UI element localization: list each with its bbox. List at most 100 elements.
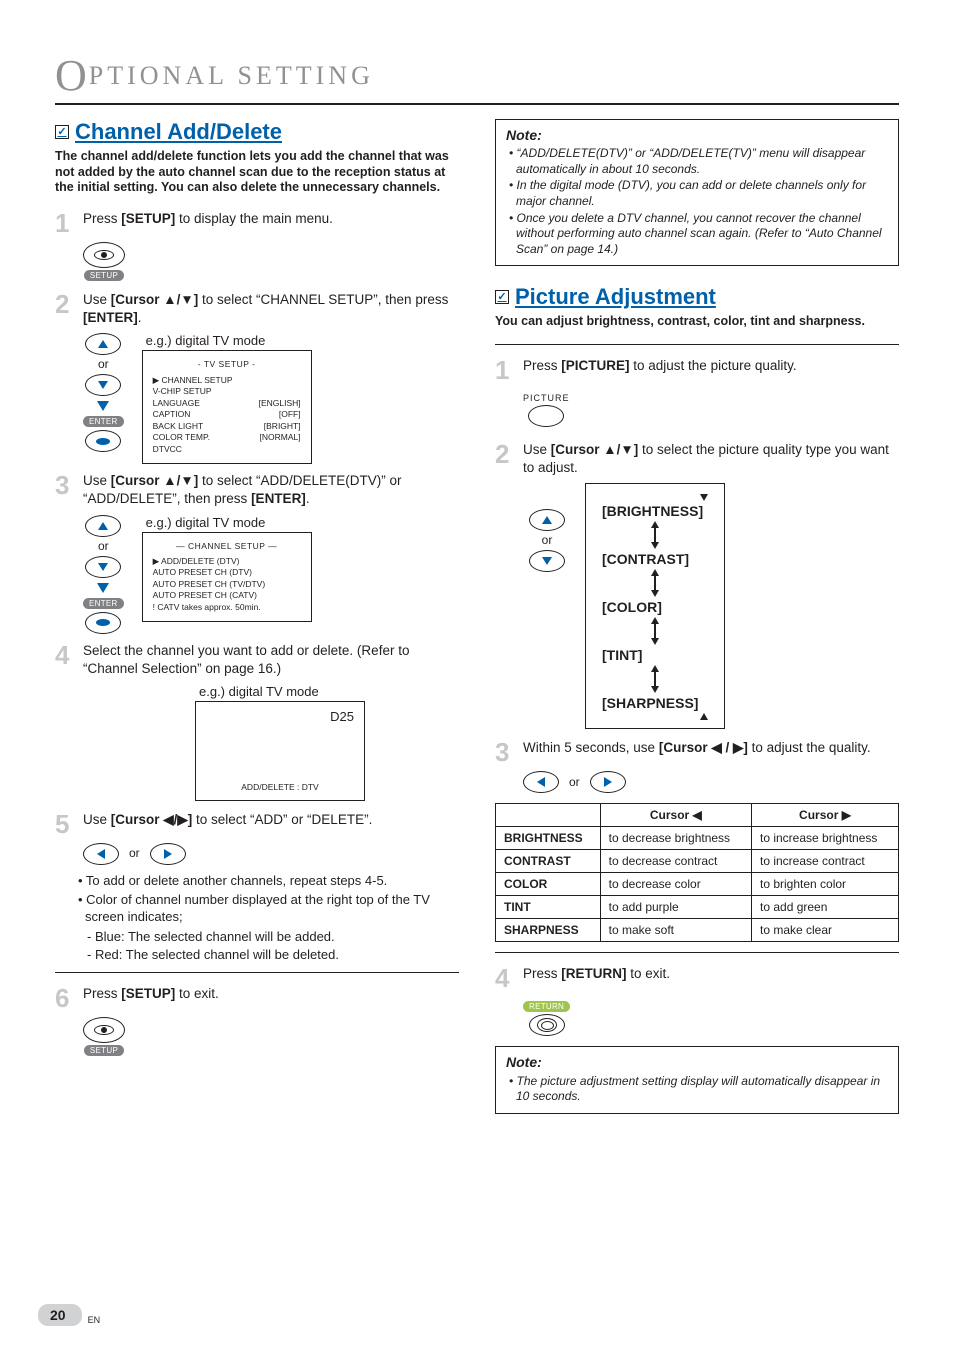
sub-bullet-text: - Red: The selected channel will be dele… [75,947,459,962]
adjustment-table: Cursor ◀ Cursor ▶ BRIGHTNESSto decrease … [495,803,899,942]
cursor-up-down-group: or [529,509,565,572]
picture-cycle-illustration: or [BRIGHTNESS] [CONTRAST] [COLOR] [TINT… [529,483,899,729]
step-text: Use [Cursor ▲/▼] to select “ADD/DELETE(D… [83,472,459,508]
remote-picture-button: PICTURE [523,389,899,427]
cursor-down-icon [85,374,121,396]
cursor-right-icon [150,843,186,865]
table-row: COLORto decrease colorto brighten color [496,873,899,896]
osd-tv-setup: - TV SETUP - ▶ CHANNEL SETUP V-CHIP SETU… [142,350,312,464]
cycle-item: [TINT] [602,647,708,663]
bidirectional-arrow-icon [602,521,708,549]
cycle-item: [COLOR] [602,599,708,615]
eg-caption: e.g.) digital TV mode [199,684,459,699]
note-heading: Note: [506,126,888,144]
picture-button-label: PICTURE [523,393,570,403]
r-step-2: 2 Use [Cursor ▲/▼] to select the picture… [495,441,899,477]
sub-bullet-text: - Blue: The selected channel will be add… [75,929,459,944]
step-number: 4 [495,965,515,991]
r-step-4: 4 Press [RETURN] to exit. [495,965,899,991]
flow-arrow-icon [97,583,109,593]
cycle-arrow-icon [700,713,708,720]
cycle-arrow-icon [700,494,708,501]
section-title-text: Channel Add/Delete [75,119,282,145]
section-picture-adjustment: ✓ Picture Adjustment [495,284,899,310]
cursor-left-right-group: or [523,771,899,793]
remote-setup-button-2: SETUP [83,1017,459,1056]
setup-button-label: SETUP [84,1045,124,1056]
bidirectional-arrow-icon [602,617,708,645]
section-lead: The channel add/delete function lets you… [55,149,459,196]
right-column: Note: • “ADD/DELETE(DTV)” or “ADD/DELETE… [495,119,899,1114]
step-2: 2 Use [Cursor ▲/▼] to select “CHANNEL SE… [55,291,459,327]
table-row: SHARPNESSto make softto make clear [496,919,899,942]
setup-button-icon [83,242,125,268]
osd-channel-number: D25 [206,708,354,726]
bidirectional-arrow-icon [602,569,708,597]
section-channel-add-delete: ✓ Channel Add/Delete [55,119,459,145]
flow-arrow-icon [97,401,109,411]
step-4-illustration: e.g.) digital TV mode D25 ADD/DELETE : D… [195,684,459,801]
step-text: Use [Cursor ▲/▼] to select the picture q… [523,441,899,477]
enter-button-icon [85,430,121,452]
chapter-rest: PTIONAL SETTING [89,61,374,90]
step-3: 3 Use [Cursor ▲/▼] to select “ADD/DELETE… [55,472,459,508]
osd-channel-display: D25 ADD/DELETE : DTV [195,701,365,801]
bidirectional-arrow-icon [602,665,708,693]
note-box-2: Note: • The picture adjustment setting d… [495,1046,899,1113]
section-title-text: Picture Adjustment [515,284,716,310]
cursor-left-right-group: or [83,843,459,865]
table-row: TINTto add purpleto add green [496,896,899,919]
or-label: or [129,846,140,860]
page-number-tab: 20 EN [38,1304,100,1326]
page-language: EN [88,1315,101,1325]
cursor-right-icon [590,771,626,793]
step-number: 1 [55,210,75,236]
picture-button-icon [528,405,564,427]
enter-button-label: ENTER [83,416,124,427]
step-number: 3 [55,472,75,508]
note-item: • Once you delete a DTV channel, you can… [506,211,888,258]
osd-channel-setup: — CHANNEL SETUP — ▶ ADD/DELETE (DTV) AUT… [142,532,312,623]
left-column: ✓ Channel Add/Delete The channel add/del… [55,119,459,1114]
bullet-text: • To add or delete another channels, rep… [75,873,459,890]
enter-button-label: ENTER [83,598,124,609]
osd-header: - TV SETUP - [153,359,301,370]
step-text: Use [Cursor ◀/▶] to select “ADD” or “DEL… [83,811,459,837]
chapter-initial: O [55,51,91,100]
step-1: 1 Press [SETUP] to display the main menu… [55,210,459,236]
return-button-icon [529,1014,565,1036]
step-text: Press [RETURN] to exit. [523,965,899,991]
note-item: • The picture adjustment setting display… [506,1074,888,1105]
table-header-blank [496,804,601,827]
divider [495,344,899,345]
step-3-illustration: or ENTER e.g.) digital TV mode — CHANNEL… [83,515,459,634]
step-text: Press [PICTURE] to adjust the picture qu… [523,357,899,383]
or-label: or [569,775,580,789]
enter-button-icon [85,612,121,634]
or-label: or [542,533,553,547]
divider [55,972,459,973]
note-box-1: Note: • “ADD/DELETE(DTV)” or “ADD/DELETE… [495,119,899,266]
step-number: 1 [495,357,515,383]
table-row: BRIGHTNESSto decrease brightnessto incre… [496,827,899,850]
step-number: 6 [55,985,75,1011]
osd-header: — CHANNEL SETUP — [153,541,301,552]
step-text: Within 5 seconds, use [Cursor ◀ / ▶] to … [523,739,899,765]
setup-button-label: SETUP [84,270,124,281]
cursor-left-icon [83,843,119,865]
picture-cycle-list: [BRIGHTNESS] [CONTRAST] [COLOR] [TINT] [… [585,483,725,729]
step-text: Press [SETUP] to display the main menu. [83,210,459,236]
return-button-label: RETURN [523,1001,570,1012]
step-number: 2 [495,441,515,477]
cursor-down-icon [85,556,121,578]
eg-caption: e.g.) digital TV mode [146,333,312,348]
cursor-left-icon [523,771,559,793]
step-5: 5 Use [Cursor ◀/▶] to select “ADD” or “D… [55,811,459,837]
note-item: • “ADD/DELETE(DTV)” or “ADD/DELETE(TV)” … [506,146,888,177]
checkbox-icon: ✓ [55,125,69,139]
table-header-cursor-left: Cursor ◀ [600,804,751,827]
cursor-up-icon [85,333,121,355]
step-text: Use [Cursor ▲/▼] to select “CHANNEL SETU… [83,291,459,327]
chapter-title: OPTIONAL SETTING [55,50,899,105]
osd-preview-2: e.g.) digital TV mode — CHANNEL SETUP — … [142,515,312,623]
